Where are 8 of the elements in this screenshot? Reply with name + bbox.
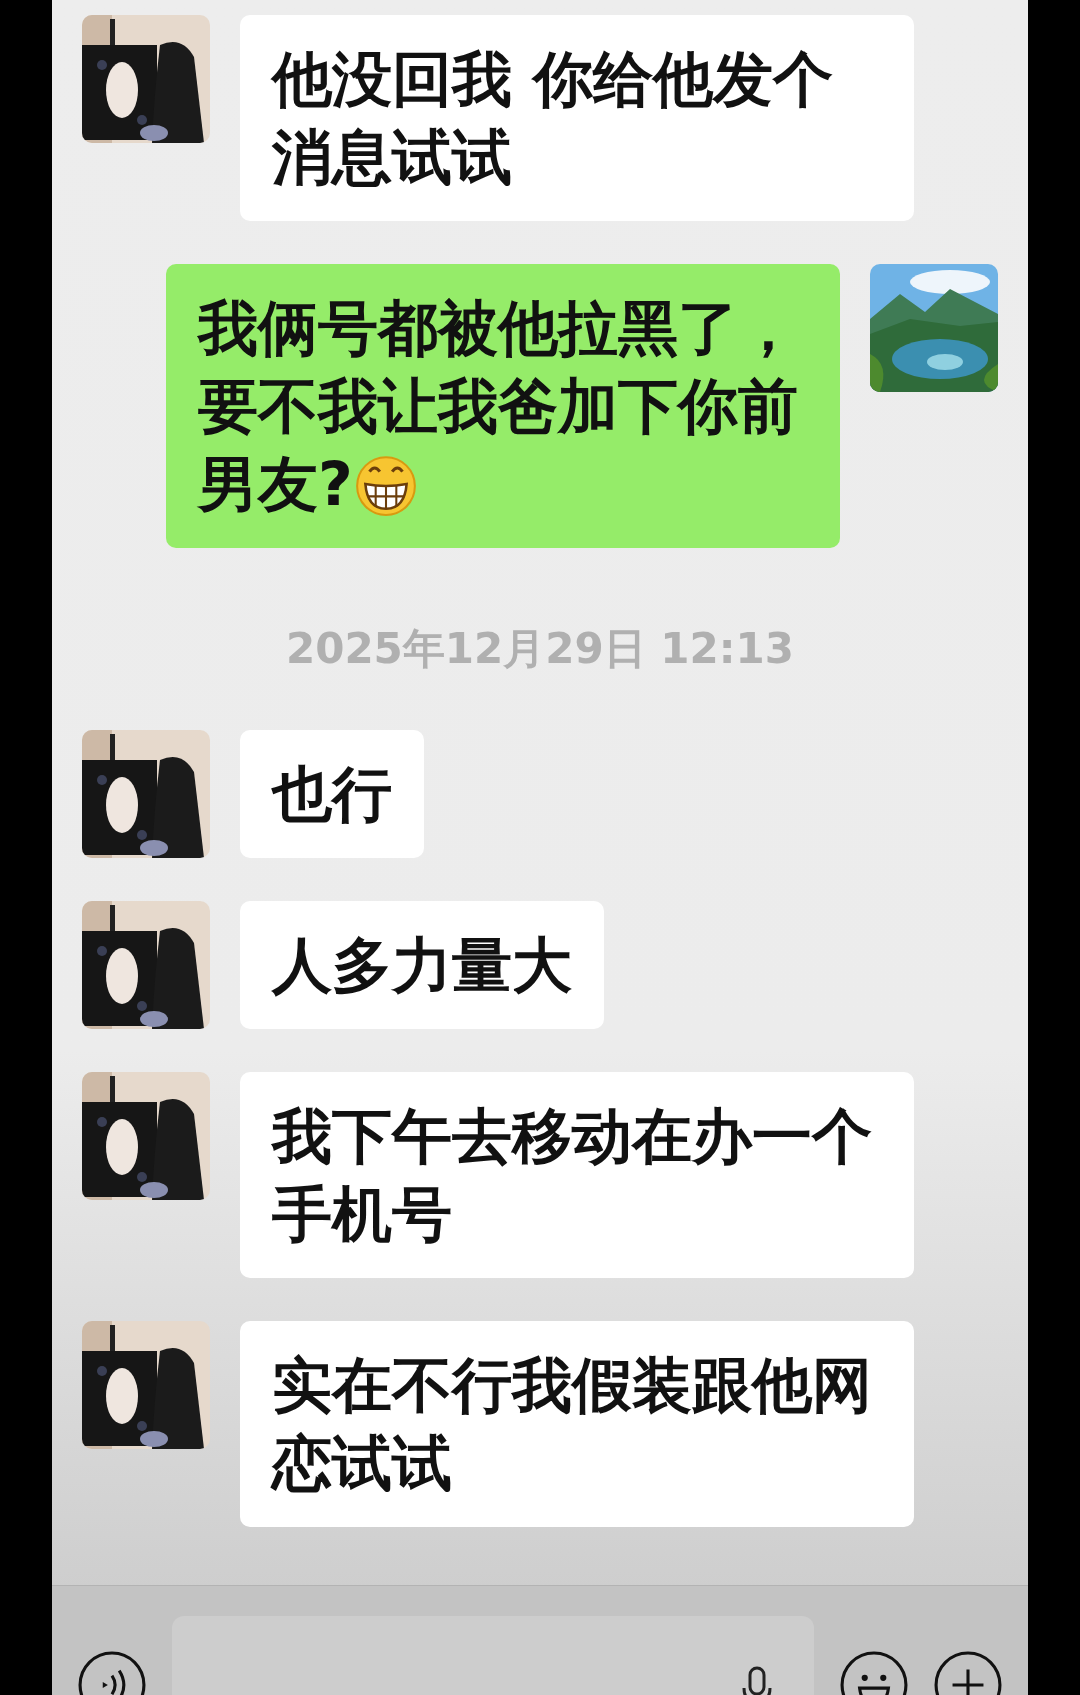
message-bubble[interactable]: 也行 [240, 730, 424, 858]
message-bubble[interactable]: 我俩号都被他拉黑了，要不我让我爸加下你前男友? [166, 264, 840, 548]
timestamp: 2025年12月29日 12:13 [284, 623, 796, 675]
message-bubble[interactable]: 我下午去移动在办一个手机号 [240, 1072, 914, 1278]
message-bubble[interactable]: 人多力量大 [240, 901, 604, 1029]
message-bubble[interactable]: 他没回我 你给他发个消息试试 [240, 15, 914, 221]
message-bubble[interactable]: 实在不行我假装跟他网恋试试 [240, 1321, 914, 1527]
input-field[interactable] [172, 1616, 814, 1695]
